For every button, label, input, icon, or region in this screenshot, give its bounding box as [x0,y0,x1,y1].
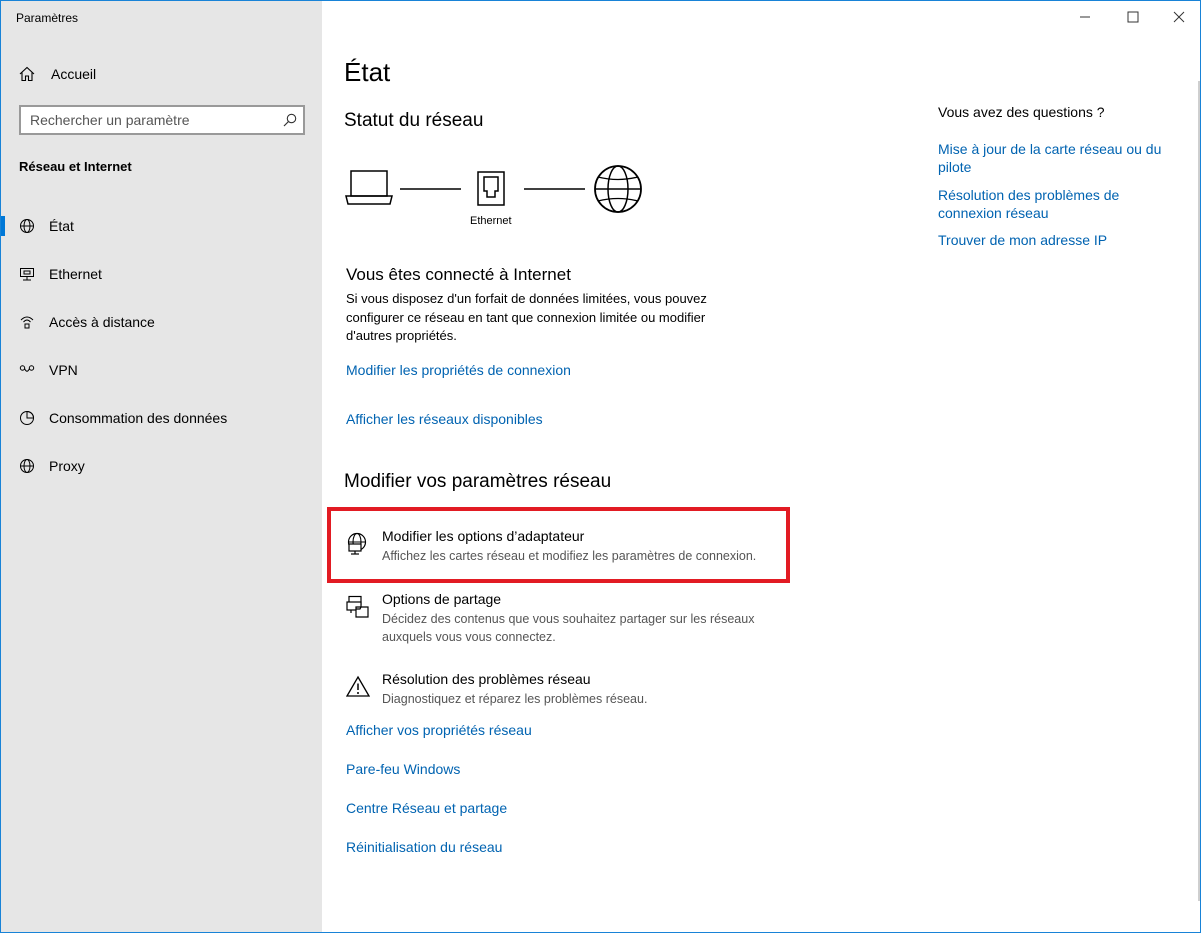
sidebar-item-proxy[interactable]: Proxy [1,446,322,486]
sidebar-item-label: Accès à distance [49,314,155,330]
show-available-networks-link[interactable]: Afficher les réseaux disponibles [346,411,543,427]
view-network-properties-link[interactable]: Afficher vos propriétés réseau [346,722,532,738]
update-driver-link[interactable]: Mise à jour de la carte réseau ou du pil… [938,140,1178,176]
ethernet-port-icon [477,171,505,206]
sidebar-section-title: Réseau et Internet [19,159,132,174]
windows-firewall-link[interactable]: Pare-feu Windows [346,761,460,777]
active-indicator [1,216,5,236]
search-input[interactable] [21,107,271,133]
sidebar-item-label: État [49,218,74,234]
globe-icon [20,219,34,233]
network-diagram [345,165,642,213]
sidebar-item-ethernet[interactable]: Ethernet [1,254,322,294]
option-title: Modifier les options d’adaptateur [382,528,585,544]
troubleshoot-network-item[interactable]: Résolution des problèmes réseau Diagnost… [340,671,790,711]
sidebar-item-vpn[interactable]: VPN [1,350,322,390]
sidebar-item-etat[interactable]: État [1,206,322,246]
search-box [19,105,305,135]
app-title: Paramètres [16,11,79,25]
option-description: Décidez des contenus que vous souhaitez … [382,612,755,644]
sidebar-home-label: Accueil [51,66,97,82]
adapter-options-item[interactable]: Modifier les options d’adaptateur Affich… [340,528,790,570]
sidebar: Paramètres Accueil Réseau et Internet Ét [1,1,322,932]
dialup-icon [20,316,34,329]
search-icon[interactable] [283,113,297,127]
settings-window: Paramètres Accueil Réseau et Internet Ét [0,0,1201,933]
sharing-icon [346,595,369,618]
troubleshoot-connection-link[interactable]: Résolution des problèmes de connexion ré… [938,186,1178,222]
sidebar-item-label: VPN [49,362,78,378]
sharing-options-item[interactable]: Options de partage Décidez des contenus … [340,591,790,644]
main-content: État Statut du réseau Ethernet Vous êtes… [322,1,1200,932]
option-description: Affichez les cartes réseau et modifiez l… [382,549,757,563]
network-sharing-center-link[interactable]: Centre Réseau et partage [346,800,507,816]
page-title: État [344,57,391,87]
data-usage-icon [20,410,35,425]
sidebar-item-consommation[interactable]: Consommation des données [1,398,322,438]
network-reset-link[interactable]: Réinitialisation du réseau [346,839,502,855]
adapter-icon [347,532,367,555]
option-title: Résolution des problèmes réseau [382,671,591,687]
option-description: Diagnostiquez et réparez les problèmes r… [382,692,648,706]
sidebar-item-acces-distance[interactable]: Accès à distance [1,302,322,342]
globe-icon [20,459,34,473]
home-icon [19,66,35,82]
vpn-icon [19,365,35,372]
sidebar-item-label: Consommation des données [49,410,228,426]
laptop-icon [345,170,393,205]
scrollbar-track[interactable] [1198,81,1200,901]
ethernet-icon [20,268,34,281]
sidebar-item-label: Ethernet [49,266,102,282]
questions-title: Vous avez des questions ? [938,104,1105,120]
connected-description: Si vous disposez d'un forfait de données… [346,291,707,343]
network-status-heading: Statut du réseau [344,110,484,131]
connected-heading: Vous êtes connecté à Internet [346,265,571,284]
sidebar-home[interactable]: Accueil [1,59,322,89]
option-title: Options de partage [382,591,502,607]
diagram-label: Ethernet [470,215,512,227]
internet-globe-icon [594,165,642,213]
change-settings-heading: Modifier vos paramètres réseau [344,471,612,492]
find-ip-address-link[interactable]: Trouver de mon adresse IP [938,231,1178,249]
warning-icon [346,675,370,697]
sidebar-item-label: Proxy [49,458,85,474]
change-connection-properties-link[interactable]: Modifier les propriétés de connexion [346,362,571,378]
